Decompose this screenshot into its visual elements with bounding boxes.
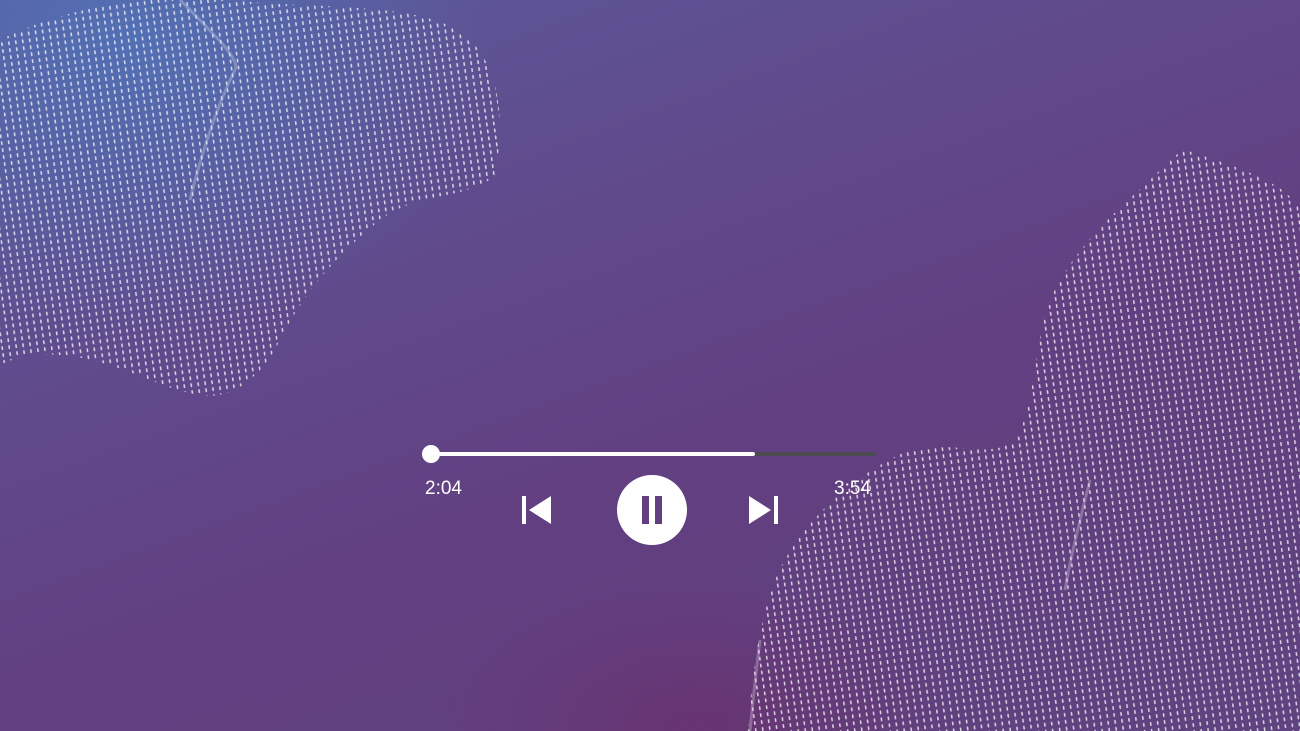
skip-next-icon bbox=[749, 496, 778, 524]
progress-slider[interactable] bbox=[422, 445, 876, 463]
previous-button[interactable] bbox=[520, 494, 554, 526]
pause-icon bbox=[642, 496, 662, 524]
skip-previous-icon bbox=[522, 496, 551, 524]
elapsed-time: 2:04 bbox=[425, 478, 462, 499]
next-button[interactable] bbox=[746, 494, 780, 526]
media-player: 2:04 3:54 bbox=[0, 0, 1300, 731]
pause-button[interactable] bbox=[617, 475, 687, 545]
progress-thumb[interactable] bbox=[422, 445, 440, 463]
total-duration: 3:54 bbox=[834, 478, 871, 499]
progress-fill bbox=[431, 452, 755, 456]
